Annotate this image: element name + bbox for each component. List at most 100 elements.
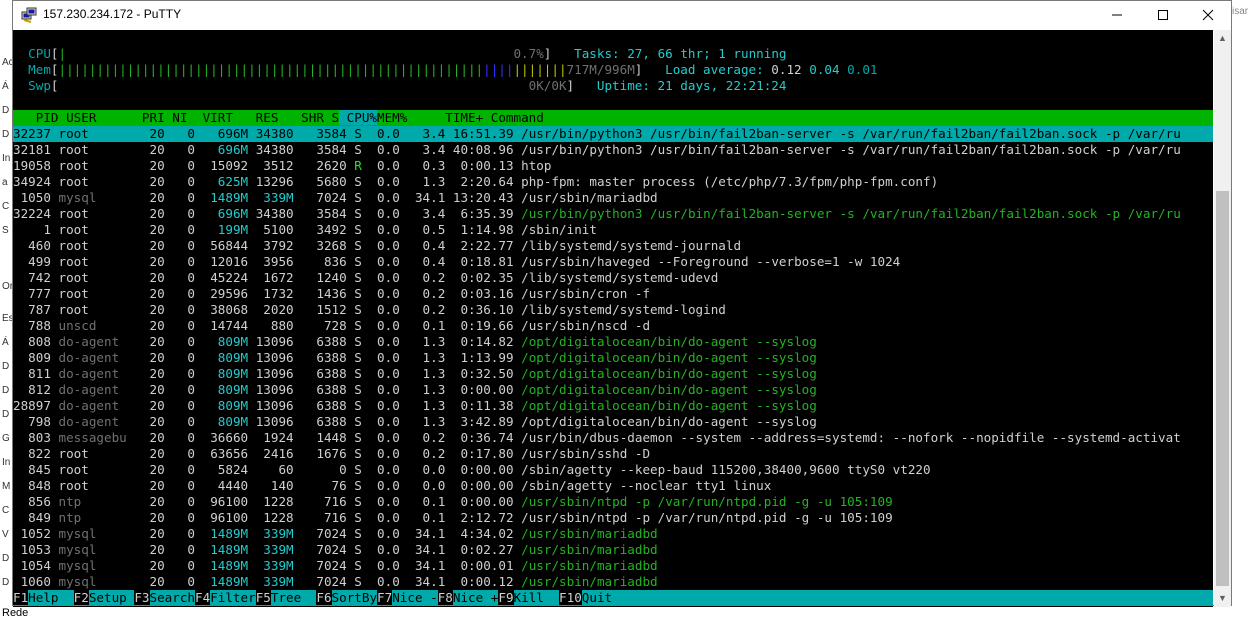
shr-cell: 1240 [293,270,347,285]
cell-gap [51,302,59,317]
column-header-mem[interactable]: MEM% [377,110,415,125]
function-key-f9[interactable]: F9 [498,590,514,605]
function-key-f7[interactable]: F7 [377,590,393,605]
title-bar[interactable]: 157.230.234.172 - PuTTY [13,1,1231,29]
column-header-time[interactable]: TIME+ [415,110,491,125]
function-key-label[interactable]: Nice + [453,590,499,605]
function-key-f10[interactable]: F10 [559,590,582,605]
ni-cell: 0 [164,222,196,237]
time-cell: 0:36.74 [445,430,514,445]
column-header-virt[interactable]: VIRT [187,110,233,125]
column-header-ni[interactable]: NI [165,110,187,125]
ni-cell: 0 [164,318,196,333]
vertical-scrollbar[interactable]: ▲ ▼ [1214,30,1231,607]
table-row[interactable]: 803 messagebu 20 0 36660 1924 1448 S 0.0… [13,430,1213,446]
table-row[interactable]: 32181 root 20 0 696M 34380 3584 S 0.0 3.… [13,142,1213,158]
function-key-label[interactable]: Help [28,590,74,605]
column-header-cpu[interactable]: CPU% [339,110,378,125]
table-row[interactable]: 742 root 20 0 45224 1672 1240 S 0.0 0.2 … [13,270,1213,286]
column-header-shr[interactable]: SHR [278,110,324,125]
table-row[interactable]: 856 ntp 20 0 96100 1228 716 S 0.0 0.1 0:… [13,494,1213,510]
scrollbar-thumb[interactable] [1216,191,1229,586]
table-row[interactable]: 1053 mysql 20 0 1489M 339M 7024 S 0.0 34… [13,542,1213,558]
scroll-down-icon[interactable]: ▼ [1214,590,1231,607]
table-row[interactable]: 1060 mysql 20 0 1489M 339M 7024 S 0.0 34… [13,574,1213,590]
function-key-label[interactable]: SortBy [332,590,378,605]
table-row[interactable]: 28897 do-agent 20 0 809M 13096 6388 S 0.… [13,398,1213,414]
maximize-button[interactable] [1140,1,1186,29]
table-row[interactable]: 777 root 20 0 29596 1732 1436 S 0.0 0.2 … [13,286,1213,302]
table-row[interactable]: 798 do-agent 20 0 809M 13096 6388 S 0.0 … [13,414,1213,430]
cpu-cell: 0.0 [361,382,400,397]
table-row[interactable]: 499 root 20 0 12016 3956 836 S 0.0 0.4 0… [13,254,1213,270]
table-row[interactable]: 788 unscd 20 0 14744 880 728 S 0.0 0.1 0… [13,318,1213,334]
function-key-f6[interactable]: F6 [316,590,332,605]
function-key-f2[interactable]: F2 [73,590,89,605]
column-header-command[interactable]: Command [491,110,544,125]
column-header-pid[interactable]: PID [13,110,59,125]
table-row[interactable]: 32237 root 20 0 696M 34380 3584 S 0.0 3.… [13,126,1213,142]
swp-meter-line: Swp[ 0K/0K] Uptime: 21 days, 22:21:24 [28,78,787,93]
table-row[interactable]: 787 root 20 0 38068 2020 1512 S 0.0 0.2 … [13,302,1213,318]
table-row[interactable]: 19058 root 20 0 15092 3512 2620 R 0.0 0.… [13,158,1213,174]
table-row[interactable]: 34924 root 20 0 625M 13296 5680 S 0.0 1.… [13,174,1213,190]
function-key-f8[interactable]: F8 [437,590,453,605]
table-row[interactable]: 849 ntp 20 0 96100 1228 716 S 0.0 0.1 2:… [13,510,1213,526]
table-row[interactable]: 845 root 20 0 5824 60 0 S 0.0 0.0 0:00.0… [13,462,1213,478]
cell-gap [514,270,522,285]
table-row[interactable]: 1 root 20 0 199M 5100 3492 S 0.0 0.5 1:1… [13,222,1213,238]
cell-gap [514,446,522,461]
table-row[interactable]: 1054 mysql 20 0 1489M 339M 7024 S 0.0 34… [13,558,1213,574]
close-button[interactable] [1185,1,1231,29]
res-cell: 1732 [248,286,294,301]
function-key-label[interactable]: Setup [89,590,135,605]
function-key-f3[interactable]: F3 [134,590,150,605]
table-row[interactable]: 1052 mysql 20 0 1489M 339M 7024 S 0.0 34… [13,526,1213,542]
table-row[interactable]: 812 do-agent 20 0 809M 13096 6388 S 0.0 … [13,382,1213,398]
state-cell: S [354,510,362,525]
function-key-label[interactable]: Kill [514,590,560,605]
virt-cell: 45224 [195,270,249,285]
function-key-f5[interactable]: F5 [255,590,271,605]
cell-gap [514,478,522,493]
table-row[interactable]: 808 do-agent 20 0 809M 13096 6388 S 0.0 … [13,334,1213,350]
table-row[interactable]: 822 root 20 0 63656 2416 1676 S 0.0 0.2 … [13,446,1213,462]
terminal-area[interactable]: CPU[| 0.7%] Tasks: 27, 66 thr; 1 running… [13,30,1213,607]
column-header-res[interactable]: RES [233,110,279,125]
cell-gap [514,206,522,221]
table-row[interactable]: 811 do-agent 20 0 809M 13096 6388 S 0.0 … [13,366,1213,382]
process-table-header[interactable]: PID USER PRI NI VIRT RES SHR S CPU%MEM% … [13,110,1213,126]
pid-cell: 19058 [13,158,51,173]
function-key-f4[interactable]: F4 [195,590,211,605]
table-row[interactable]: 32224 root 20 0 696M 34380 3584 S 0.0 3.… [13,206,1213,222]
shr-cell: 6388 [293,382,347,397]
column-header-user[interactable]: USER [59,110,135,125]
function-key-label[interactable]: Quit [582,590,612,605]
uptime-value: 21 days, 22:21:24 [657,78,787,93]
shr-cell: 2620 [293,158,347,173]
window-title: 157.230.234.172 - PuTTY [43,7,182,21]
table-row[interactable]: 1050 mysql 20 0 1489M 339M 7024 S 0.0 34… [13,190,1213,206]
cell-gap [51,286,59,301]
table-row[interactable]: 809 do-agent 20 0 809M 13096 6388 S 0.0 … [13,350,1213,366]
user-cell: mysql [58,526,127,541]
ni-cell: 0 [164,254,196,269]
function-key-label[interactable]: Nice - [392,590,438,605]
table-row[interactable]: 848 root 20 0 4440 140 76 S 0.0 0.0 0:00… [13,478,1213,494]
function-key-label[interactable]: Filter [210,590,256,605]
function-key-label[interactable]: Search [150,590,196,605]
time-cell: 0:03.16 [445,286,514,301]
function-key-label[interactable]: Tree [271,590,317,605]
function-key-f1[interactable]: F1 [13,590,29,605]
mem-cell: 1.3 [399,334,446,349]
shr-cell: 6388 [293,366,347,381]
scroll-up-icon[interactable]: ▲ [1214,30,1231,47]
column-header-pri[interactable]: PRI [134,110,165,125]
table-row[interactable]: 460 root 20 0 56844 3792 3268 S 0.0 0.4 … [13,238,1213,254]
virt-cell: 1489M [195,574,249,589]
column-header-s[interactable]: S [324,110,340,125]
shr-cell: 3492 [293,222,347,237]
state-cell: S [354,126,362,141]
shr-cell: 1512 [293,302,347,317]
minimize-button[interactable] [1094,1,1140,29]
